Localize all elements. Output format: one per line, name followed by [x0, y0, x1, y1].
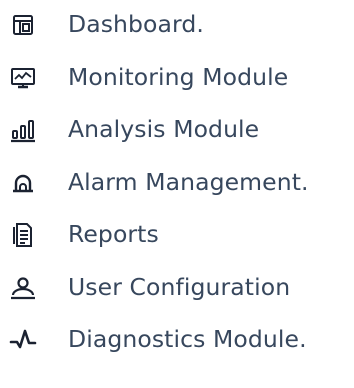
sidebar-item-diagnostics[interactable]: Diagnostics Module. — [0, 317, 354, 363]
sidebar-item-alarm-management[interactable]: Alarm Management. — [0, 160, 354, 206]
sidebar-item-dashboard[interactable]: Dashboard. — [0, 2, 354, 48]
sidebar-item-label: Diagnostics Module. — [68, 325, 307, 354]
dashboard-icon — [8, 10, 38, 40]
sidebar-item-reports[interactable]: Reports — [0, 212, 354, 258]
pulse-icon — [8, 325, 38, 355]
document-icon — [8, 220, 38, 250]
bar-chart-icon — [8, 115, 38, 145]
sidebar-item-label: Dashboard. — [68, 10, 204, 39]
sidebar-item-label: Analysis Module — [68, 115, 260, 144]
monitor-icon — [8, 63, 38, 93]
sidebar-item-user-configuration[interactable]: User Configuration — [0, 265, 354, 311]
sidebar-item-analysis[interactable]: Analysis Module — [0, 107, 354, 153]
sidebar-item-label: Monitoring Module — [68, 63, 289, 92]
sidebar-item-label: User Configuration — [68, 273, 291, 302]
sidebar-nav: Dashboard. Monitoring Module Analysis Mo… — [0, 0, 354, 388]
sidebar-item-monitoring[interactable]: Monitoring Module — [0, 55, 354, 101]
sidebar-item-label: Alarm Management. — [68, 168, 309, 197]
user-icon — [8, 273, 38, 303]
sidebar-item-label: Reports — [68, 220, 159, 249]
alarm-bell-icon — [8, 168, 38, 198]
